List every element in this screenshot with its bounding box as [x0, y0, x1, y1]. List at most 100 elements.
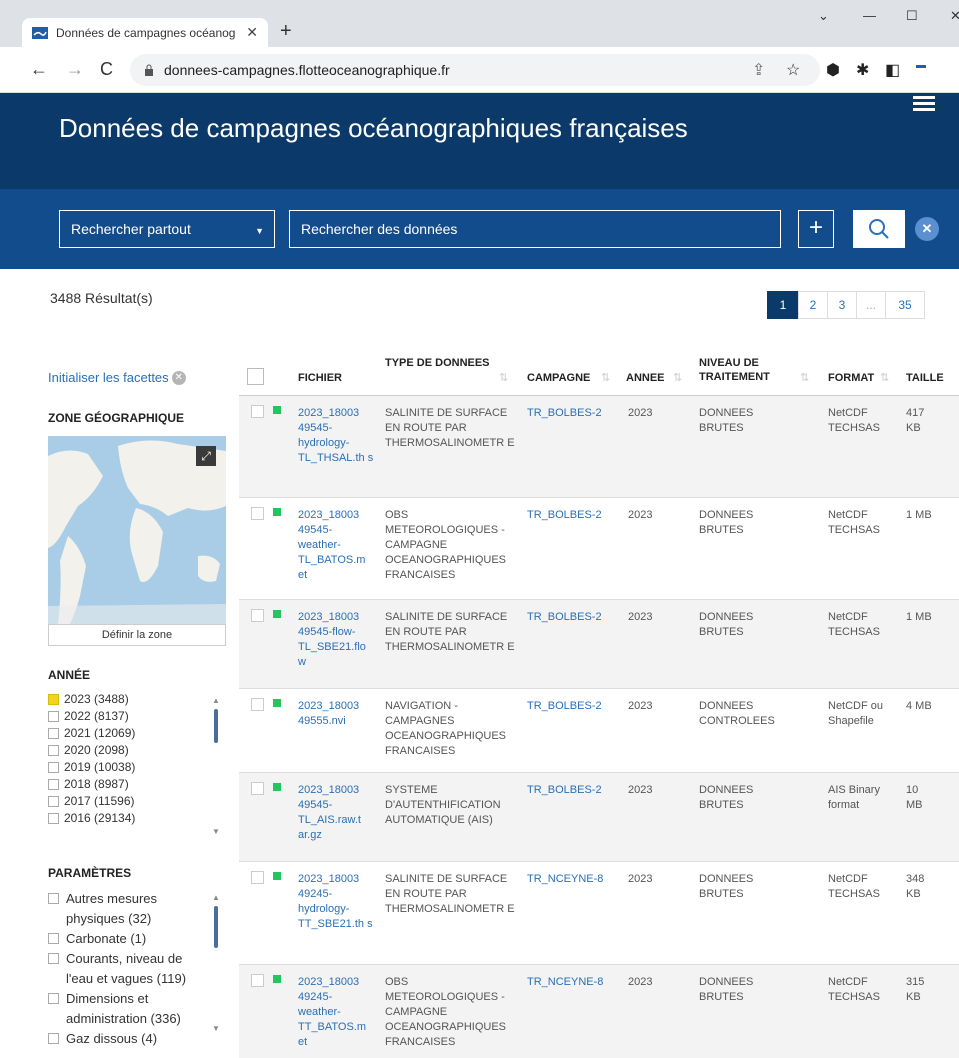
checkbox[interactable]	[48, 728, 59, 739]
checkbox[interactable]	[48, 796, 59, 807]
file-link[interactable]: 2023_18003 49245- weather- TT_BATOS.m et	[298, 975, 376, 1050]
maximize-icon[interactable]: ☐	[906, 8, 918, 24]
campaign-link[interactable]: TR_BOLBES-2	[527, 406, 602, 421]
scroll-down-icon[interactable]: ▼	[212, 827, 220, 836]
checkbox[interactable]	[48, 933, 59, 944]
campaign-link[interactable]: TR_NCEYNE-8	[527, 975, 603, 990]
checkbox[interactable]	[48, 745, 59, 756]
campaign-link[interactable]: TR_BOLBES-2	[527, 783, 602, 798]
checkbox[interactable]	[48, 762, 59, 773]
define-zone-button[interactable]: Définir la zone	[48, 624, 226, 646]
file-link[interactable]: 2023_18003 49545-flow- TL_SBE21.flo w	[298, 610, 376, 670]
checkbox[interactable]	[48, 711, 59, 722]
page-link[interactable]: 3	[827, 291, 857, 319]
checkbox-checked[interactable]	[48, 694, 59, 705]
year-option[interactable]: 2023 (3488)	[48, 692, 208, 709]
file-link[interactable]: 2023_18003 49545- weather- TL_BATOS.m et	[298, 508, 376, 583]
map-widget[interactable]: ⤢	[48, 436, 226, 624]
reset-facets-link[interactable]: Initialiser les facettes ✕	[48, 370, 186, 385]
year-scrollbar[interactable]: ▲ ▼	[212, 696, 220, 836]
search-input[interactable]: Rechercher des données	[289, 210, 781, 248]
page-link[interactable]: 1	[767, 291, 799, 319]
year-option[interactable]: 2019 (10038)	[48, 760, 208, 777]
bookmark-star-icon[interactable]: ☆	[786, 60, 800, 80]
file-link[interactable]: 2023_18003 49545- TL_AIS.raw.t ar.gz	[298, 783, 376, 843]
new-tab-icon[interactable]: +	[280, 20, 292, 43]
sort-icon[interactable]: ⇅	[499, 371, 508, 385]
table-row[interactable]: 2023_18003 49545- weather- TL_BATOS.m et…	[239, 498, 959, 600]
row-checkbox[interactable]	[251, 871, 264, 884]
clear-search-icon[interactable]: ✕	[915, 217, 939, 241]
select-all-checkbox[interactable]	[247, 368, 264, 385]
param-option[interactable]: Courants, niveau de l'eau et vagues (119…	[48, 949, 213, 989]
year-option[interactable]: 2017 (11596)	[48, 794, 208, 811]
table-row[interactable]: 2023_18003 49545- hydrology- TL_THSAL.th…	[239, 396, 959, 498]
year-option[interactable]: 2021 (12069)	[48, 726, 208, 743]
param-option[interactable]: Dimensions et administration (336)	[48, 989, 213, 1029]
row-checkbox[interactable]	[251, 405, 264, 418]
scroll-thumb[interactable]	[214, 906, 218, 948]
table-row[interactable]: 2023_18003 49545- TL_AIS.raw.t ar.gz SYS…	[239, 773, 959, 862]
param-option[interactable]: Autres mesures physiques (32)	[48, 889, 213, 929]
tab-close-icon[interactable]: ✕	[246, 24, 258, 41]
row-checkbox[interactable]	[251, 782, 264, 795]
table-row[interactable]: 2023_18003 49245- weather- TT_BATOS.m et…	[239, 965, 959, 1058]
column-header-niveau[interactable]: NIVEAU DE TRAITEMENT	[699, 356, 789, 384]
sort-icon[interactable]: ⇅	[601, 371, 610, 385]
file-link[interactable]: 2023_18003 49555.nvi	[298, 699, 376, 729]
menu-hamburger-icon[interactable]	[913, 96, 935, 114]
page-link[interactable]: 35	[885, 291, 925, 319]
page-link[interactable]: 2	[798, 291, 828, 319]
column-header-campagne[interactable]: CAMPAGNE	[527, 371, 590, 385]
params-scrollbar[interactable]: ▲ ▼	[212, 893, 220, 1033]
sort-icon[interactable]: ⇅	[800, 371, 809, 385]
table-row[interactable]: 2023_18003 49545-flow- TL_SBE21.flo w SA…	[239, 600, 959, 689]
row-checkbox[interactable]	[251, 507, 264, 520]
scroll-up-icon[interactable]: ▲	[212, 696, 220, 705]
sort-icon[interactable]: ⇅	[673, 371, 682, 385]
row-checkbox[interactable]	[251, 698, 264, 711]
file-link[interactable]: 2023_18003 49545- hydrology- TL_THSAL.th…	[298, 406, 376, 466]
year-option[interactable]: 2020 (2098)	[48, 743, 208, 760]
table-row[interactable]: 2023_18003 49245- hydrology- TT_SBE21.th…	[239, 862, 959, 965]
checkbox[interactable]	[48, 893, 59, 904]
checkbox[interactable]	[48, 779, 59, 790]
campaign-link[interactable]: TR_NCEYNE-8	[527, 872, 603, 887]
browser-tab[interactable]: Données de campagnes océanog ✕	[22, 18, 268, 47]
scroll-thumb[interactable]	[214, 709, 218, 743]
checkbox[interactable]	[48, 1033, 59, 1044]
checkbox[interactable]	[48, 953, 59, 964]
add-criteria-button[interactable]: +	[798, 210, 834, 248]
scroll-down-icon[interactable]: ▼	[212, 1024, 220, 1033]
column-header-type[interactable]: TYPE DE DONNEES	[385, 356, 490, 370]
scroll-up-icon[interactable]: ▲	[212, 893, 220, 902]
year-option[interactable]: 2016 (29134)	[48, 811, 208, 828]
search-button[interactable]	[853, 210, 905, 248]
checkbox[interactable]	[48, 813, 59, 824]
table-row[interactable]: 2023_18003 49555.nvi NAVIGATION - CAMPAG…	[239, 689, 959, 773]
extension-shield-icon[interactable]: ⬢	[826, 60, 840, 80]
extensions-puzzle-icon[interactable]: ✱	[856, 60, 869, 80]
campaign-link[interactable]: TR_BOLBES-2	[527, 699, 602, 714]
campaign-link[interactable]: TR_BOLBES-2	[527, 508, 602, 523]
file-link[interactable]: 2023_18003 49245- hydrology- TT_SBE21.th…	[298, 872, 376, 932]
forward-icon[interactable]: →	[66, 59, 84, 80]
column-header-annee[interactable]: ANNEE	[626, 371, 665, 385]
minimize-icon[interactable]: —	[863, 8, 876, 23]
row-checkbox[interactable]	[251, 609, 264, 622]
param-option[interactable]: Gaz dissous (4)	[48, 1029, 213, 1049]
share-icon[interactable]: ⇪	[752, 60, 765, 80]
back-icon[interactable]: ←	[30, 59, 48, 80]
column-header-fichier[interactable]: FICHIER	[298, 371, 342, 385]
year-option[interactable]: 2018 (8987)	[48, 777, 208, 794]
year-option[interactable]: 2022 (8137)	[48, 709, 208, 726]
campaign-link[interactable]: TR_BOLBES-2	[527, 610, 602, 625]
column-header-taille[interactable]: TAILLE	[906, 371, 944, 385]
profile-icon[interactable]: ▬	[916, 60, 926, 71]
column-header-format[interactable]: FORMAT	[828, 371, 874, 385]
checkbox[interactable]	[48, 993, 59, 1004]
url-field[interactable]: donnees-campagnes.flotteoceanographique.…	[130, 54, 820, 86]
sort-icon[interactable]: ⇅	[880, 371, 889, 385]
tab-search-icon[interactable]: ⌄	[818, 8, 829, 24]
row-checkbox[interactable]	[251, 974, 264, 987]
